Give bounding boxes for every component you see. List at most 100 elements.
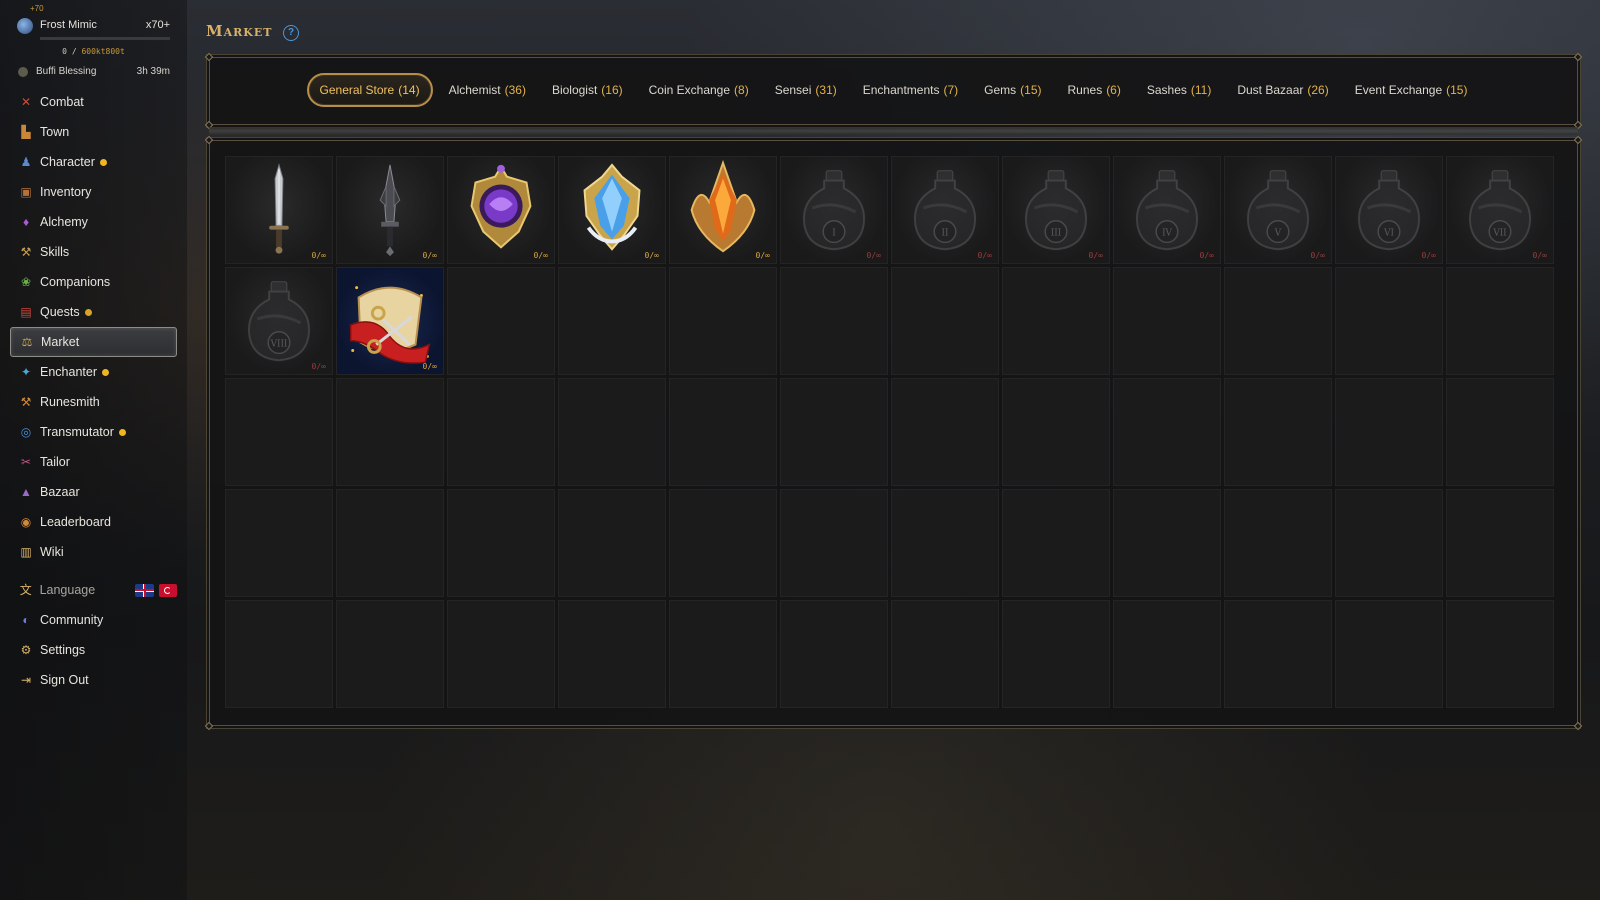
empty-slot xyxy=(225,600,333,708)
shop-item[interactable]: 0/∞ xyxy=(558,156,666,264)
notification-dot xyxy=(118,428,126,436)
shop-item[interactable]: II 0/∞ xyxy=(891,156,999,264)
svg-text:VII: VII xyxy=(1492,229,1506,239)
item-quantity: 0/∞ xyxy=(866,251,881,260)
item-quantity: 0/∞ xyxy=(1532,251,1547,260)
nav-item-tailor[interactable]: ✂ Tailor xyxy=(10,447,177,477)
nav-item-combat[interactable]: ✕ Combat xyxy=(10,87,177,117)
empty-slot xyxy=(1113,378,1221,486)
nav-item-skills[interactable]: ⚒ Skills xyxy=(10,237,177,267)
nav-item-settings[interactable]: ⚙ Settings xyxy=(10,635,177,665)
shop-item[interactable]: III 0/∞ xyxy=(1002,156,1110,264)
shop-item[interactable]: 0/∞ xyxy=(669,156,777,264)
svg-text:III: III xyxy=(1051,229,1061,239)
tab-gems[interactable]: Gems (15) xyxy=(971,73,1054,107)
panel-divider xyxy=(209,127,1578,135)
potion-i-icon: I xyxy=(803,170,865,251)
shop-item[interactable]: VII 0/∞ xyxy=(1446,156,1554,264)
empty-slot xyxy=(1446,378,1554,486)
nav-item-inventory[interactable]: ▣ Inventory xyxy=(10,177,177,207)
tab-sensei[interactable]: Sensei (31) xyxy=(762,73,850,107)
market-tabs: General Store (14) Alchemist (36) Biologis… xyxy=(210,72,1577,108)
empty-slot xyxy=(1446,489,1554,597)
shop-item[interactable]: I 0/∞ xyxy=(780,156,888,264)
nav-item-town[interactable]: ▙ Town xyxy=(10,117,177,147)
tab-enchantments[interactable]: Enchantments (7) xyxy=(850,73,971,107)
nav-item-community[interactable]: ◐ Community xyxy=(10,605,177,635)
nav-item-leaderboard[interactable]: ◉ Leaderboard xyxy=(10,507,177,537)
nav-item-enchanter[interactable]: ✦ Enchanter xyxy=(10,357,177,387)
empty-slot xyxy=(336,600,444,708)
empty-slot xyxy=(558,267,666,375)
nav-item-transmutator[interactable]: ◎ Transmutator xyxy=(10,417,177,447)
buff-row[interactable]: Buffi Blessing 3h 39m xyxy=(0,64,187,80)
buff-timer: 3h 39m xyxy=(136,66,170,77)
turkey-flag-icon[interactable] xyxy=(158,583,177,597)
dagger-icon xyxy=(269,163,289,254)
nav-item-character[interactable]: ♟ Character xyxy=(10,147,177,177)
tab-coin-exchange[interactable]: Coin Exchange (8) xyxy=(636,73,762,107)
empty-slot xyxy=(225,489,333,597)
nav-item-alchemy[interactable]: ♦ Alchemy xyxy=(10,207,177,237)
svg-text:II: II xyxy=(942,229,949,239)
item-quantity: 0/∞ xyxy=(422,362,437,371)
nav-label: Inventory xyxy=(40,185,92,199)
language-selector[interactable]: 文 Language xyxy=(10,575,177,605)
notification-dot xyxy=(84,308,92,316)
nav-item-quests[interactable]: ▤ Quests xyxy=(10,297,177,327)
empty-slot xyxy=(669,489,777,597)
empty-slot xyxy=(1224,600,1332,708)
tab-dust-bazaar[interactable]: Dust Bazaar (26) xyxy=(1224,73,1341,107)
secondary-nav: 文 Language ◐ Community ⚙ Settings ⇥ Sign… xyxy=(10,575,177,695)
tab-alchemist[interactable]: Alchemist (36) xyxy=(436,73,539,107)
empty-slot xyxy=(1113,600,1221,708)
shop-item[interactable]: 0/∞ xyxy=(225,156,333,264)
tab-sashes[interactable]: Sashes (11) xyxy=(1134,73,1224,107)
nav-label: Sign Out xyxy=(40,673,89,687)
tab-biologist[interactable]: Biologist (16) xyxy=(539,73,636,107)
empty-slot xyxy=(891,489,999,597)
character-icon: ♟ xyxy=(20,155,32,169)
help-icon[interactable]: ? xyxy=(283,25,299,41)
nav-item-market[interactable]: ⚖ Market xyxy=(10,327,177,357)
empty-slot xyxy=(558,600,666,708)
boss-bonus-label: +70 xyxy=(30,4,44,13)
nav-label: Settings xyxy=(40,643,86,657)
shop-item[interactable]: VIII 0/∞ xyxy=(225,267,333,375)
main-nav: ✕ Combat ▙ Town ♟ Character ▣ Inventory … xyxy=(10,87,177,567)
tab-runes[interactable]: Runes (6) xyxy=(1055,73,1134,107)
nav-item-wiki[interactable]: ▥ Wiki xyxy=(10,537,177,567)
tab-event-exchange[interactable]: Event Exchange (15) xyxy=(1342,73,1481,107)
boss-tracker[interactable]: +70 Frost Mimic x70+ xyxy=(0,4,187,44)
nav-label: Runesmith xyxy=(40,395,100,409)
wand-icon: ✦ xyxy=(20,365,32,379)
buff-name: Buffi Blessing xyxy=(36,66,97,77)
tab-general-store[interactable]: General Store (14) xyxy=(306,73,433,107)
shop-item[interactable]: VI 0/∞ xyxy=(1335,156,1443,264)
shop-item[interactable]: 0/∞ xyxy=(336,156,444,264)
scales-icon: ⚖ xyxy=(21,335,33,349)
shop-item[interactable]: 0/∞ xyxy=(336,267,444,375)
empty-slot xyxy=(558,378,666,486)
sign-out-icon: ⇥ xyxy=(20,673,32,687)
boss-progress-bar xyxy=(40,37,170,40)
empty-slot xyxy=(669,600,777,708)
uk-flag-icon[interactable] xyxy=(135,583,154,597)
empty-slot xyxy=(1335,267,1443,375)
market-tabs-panel: General Store (14) Alchemist (36) Biologis… xyxy=(204,52,1583,130)
boss-hp-total: 600kt800t xyxy=(81,47,125,56)
item-quantity: 0/∞ xyxy=(311,251,326,260)
nav-item-companions[interactable]: ❀ Companions xyxy=(10,267,177,297)
empty-slot xyxy=(669,267,777,375)
shop-item[interactable]: V 0/∞ xyxy=(1224,156,1332,264)
nav-item-sign-out[interactable]: ⇥ Sign Out xyxy=(10,665,177,695)
nav-item-bazaar[interactable]: ▲ Bazaar xyxy=(10,477,177,507)
empty-slot xyxy=(780,600,888,708)
shop-item[interactable]: IV 0/∞ xyxy=(1113,156,1221,264)
shop-item[interactable]: 0/∞ xyxy=(447,156,555,264)
nav-label: Character xyxy=(40,155,95,169)
nav-label: Companions xyxy=(40,275,111,289)
nav-item-runesmith[interactable]: ⚒ Runesmith xyxy=(10,387,177,417)
item-quantity: 0/∞ xyxy=(311,362,326,371)
item-quantity: 0/∞ xyxy=(1421,251,1436,260)
